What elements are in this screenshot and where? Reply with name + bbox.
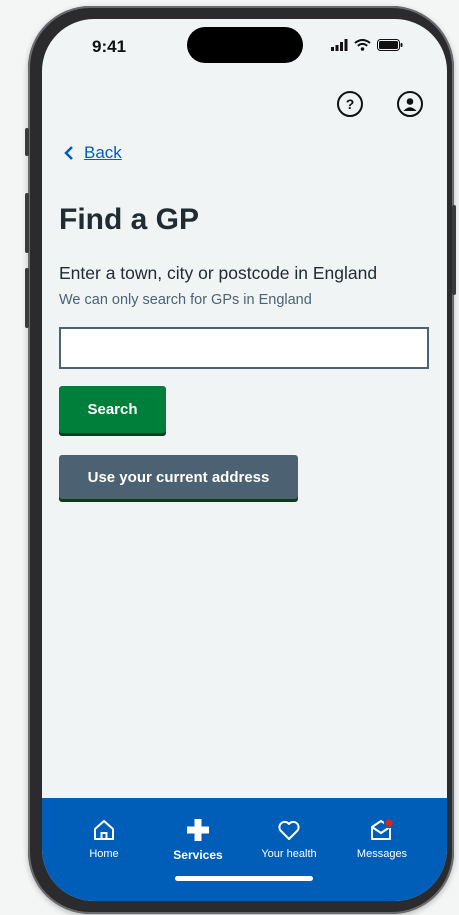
header-icons: ? <box>337 91 423 117</box>
chevron-left-icon <box>64 146 73 160</box>
page-title: Find a GP <box>59 203 200 236</box>
tab-home[interactable]: Home <box>64 818 144 860</box>
location-search-input[interactable] <box>59 327 429 369</box>
battery-icon <box>377 39 403 51</box>
status-time: 9:41 <box>92 37 127 56</box>
search-button[interactable]: Search <box>59 386 166 433</box>
use-current-address-button[interactable]: Use your current address <box>59 455 298 499</box>
plus-icon <box>187 819 209 841</box>
search-field-label: Enter a town, city or postcode in Englan… <box>59 263 378 283</box>
search-hint: We can only search for GPs in England <box>59 292 312 308</box>
tab-your-health[interactable]: Your health <box>249 818 329 860</box>
volume-down-button <box>25 268 29 328</box>
heart-icon <box>278 820 300 840</box>
status-bar: 9:41 <box>42 19 447 73</box>
wifi-icon <box>354 39 371 51</box>
person-icon <box>403 98 417 111</box>
power-button <box>452 205 456 295</box>
bottom-tab-bar: Home Services Your health Messages <box>42 798 447 901</box>
dynamic-island <box>187 27 303 63</box>
tab-services[interactable]: Services <box>158 818 238 862</box>
signal-icon <box>331 39 348 51</box>
back-link[interactable]: Back <box>64 143 122 163</box>
tab-messages-label: Messages <box>356 848 408 860</box>
app-screen: 9:41 ? Back Find a GP Enter a town, city… <box>42 19 447 901</box>
action-button <box>25 128 29 156</box>
profile-icon[interactable] <box>397 91 423 117</box>
back-label: Back <box>84 143 122 162</box>
tab-your-health-label: Your health <box>261 848 317 860</box>
tab-messages[interactable]: Messages <box>342 818 422 860</box>
notification-dot <box>383 818 395 829</box>
status-icons <box>331 39 403 51</box>
volume-up-button <box>25 193 29 253</box>
tab-home-label: Home <box>89 848 119 860</box>
help-icon[interactable]: ? <box>337 91 363 117</box>
home-icon <box>94 820 114 840</box>
home-indicator[interactable] <box>175 876 313 881</box>
envelope-icon <box>371 818 395 840</box>
tab-services-label: Services <box>173 848 223 862</box>
